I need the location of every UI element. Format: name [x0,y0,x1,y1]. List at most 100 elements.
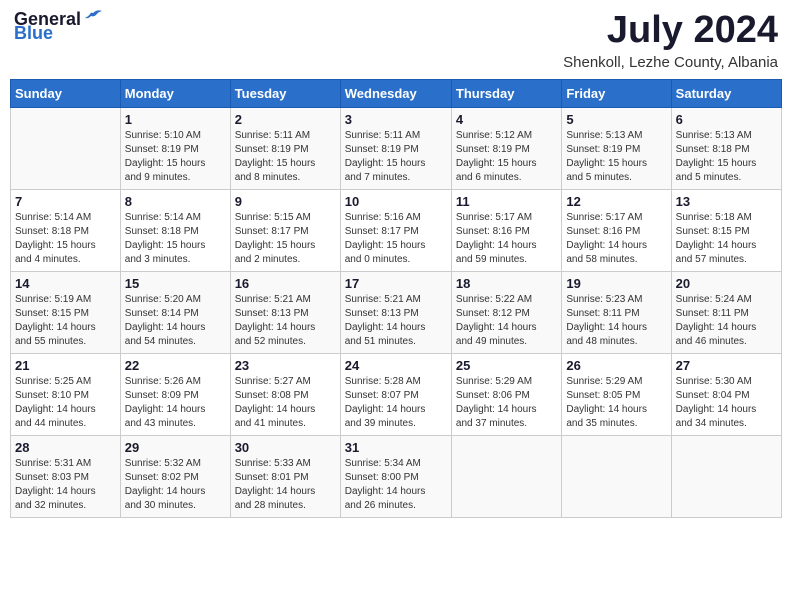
calendar-cell: 18 Sunrise: 5:22 AM Sunset: 8:12 PM Dayli… [451,271,561,353]
calendar-cell [451,435,561,517]
calendar-cell: 27Sunrise: 5:30 AM Sunset: 8:04 PM Dayli… [671,353,781,435]
calendar-cell: 11Sunrise: 5:17 AM Sunset: 8:16 PM Dayli… [451,189,561,271]
day-number: 19 [566,276,666,291]
day-detail: Sunrise: 5:34 AM Sunset: 8:00 PM Dayligh… [345,457,447,513]
day-number: 28 [15,440,116,455]
calendar-week-row: 1 Sunrise: 5:10 AM Sunset: 8:19 PM Daylig… [11,107,782,189]
calendar-cell: 29 Sunrise: 5:32 AM Sunset: 8:02 PM Dayli… [120,435,230,517]
day-detail: Sunrise: 5:31 AM Sunset: 8:03 PM Dayligh… [15,457,116,513]
calendar-cell: 25 Sunrise: 5:29 AM Sunset: 8:06 PM Dayli… [451,353,561,435]
calendar-cell: 21 Sunrise: 5:25 AM Sunset: 8:10 PM Dayli… [11,353,121,435]
day-number: 27 [676,358,777,373]
day-detail: Sunrise: 5:22 AM Sunset: 8:12 PM Dayligh… [456,293,557,349]
day-number: 14 [15,276,116,291]
day-number: 12 [566,194,666,209]
calendar-cell: 10 Sunrise: 5:16 AM Sunset: 8:17 PM Dayli… [340,189,451,271]
day-number: 30 [235,440,336,455]
calendar-cell: 16Sunrise: 5:21 AM Sunset: 8:13 PM Dayli… [230,271,340,353]
calendar-cell: 9 Sunrise: 5:15 AM Sunset: 8:17 PM Daylig… [230,189,340,271]
day-detail: Sunrise: 5:33 AM Sunset: 8:01 PM Dayligh… [235,457,336,513]
calendar-cell: 17 Sunrise: 5:21 AM Sunset: 8:13 PM Dayli… [340,271,451,353]
day-detail: Sunrise: 5:26 AM Sunset: 8:09 PM Dayligh… [125,375,226,431]
weekday-header-saturday: Saturday [671,79,781,107]
calendar-cell: 12 Sunrise: 5:17 AM Sunset: 8:16 PM Dayli… [562,189,671,271]
weekday-header-thursday: Thursday [451,79,561,107]
day-detail: Sunrise: 5:28 AM Sunset: 8:07 PM Dayligh… [345,375,447,431]
day-detail: Sunrise: 5:17 AM Sunset: 8:16 PM Dayligh… [456,211,557,267]
calendar-cell: 31 Sunrise: 5:34 AM Sunset: 8:00 PM Dayli… [340,435,451,517]
day-detail: Sunrise: 5:21 AM Sunset: 8:13 PM Dayligh… [235,293,336,349]
day-number: 20 [676,276,777,291]
calendar-cell: 7 Sunrise: 5:14 AM Sunset: 8:18 PM Daylig… [11,189,121,271]
day-detail: Sunrise: 5:14 AM Sunset: 8:18 PM Dayligh… [15,211,116,267]
day-number: 17 [345,276,447,291]
day-number: 1 [125,112,226,127]
day-detail: Sunrise: 5:29 AM Sunset: 8:05 PM Dayligh… [566,375,666,431]
day-number: 18 [456,276,557,291]
day-number: 4 [456,112,557,127]
day-number: 23 [235,358,336,373]
calendar-cell: 19 Sunrise: 5:23 AM Sunset: 8:11 PM Dayli… [562,271,671,353]
day-number: 8 [125,194,226,209]
day-detail: Sunrise: 5:21 AM Sunset: 8:13 PM Dayligh… [345,293,447,349]
day-number: 9 [235,194,336,209]
calendar-cell: 4Sunrise: 5:12 AM Sunset: 8:19 PM Daylig… [451,107,561,189]
day-number: 26 [566,358,666,373]
day-number: 6 [676,112,777,127]
day-detail: Sunrise: 5:18 AM Sunset: 8:15 PM Dayligh… [676,211,777,267]
day-detail: Sunrise: 5:16 AM Sunset: 8:17 PM Dayligh… [345,211,447,267]
calendar-cell: 22Sunrise: 5:26 AM Sunset: 8:09 PM Dayli… [120,353,230,435]
calendar-cell: 15 Sunrise: 5:20 AM Sunset: 8:14 PM Dayli… [120,271,230,353]
calendar-cell: 26 Sunrise: 5:29 AM Sunset: 8:05 PM Dayli… [562,353,671,435]
day-detail: Sunrise: 5:20 AM Sunset: 8:14 PM Dayligh… [125,293,226,349]
day-detail: Sunrise: 5:10 AM Sunset: 8:19 PM Dayligh… [125,129,226,185]
calendar-week-row: 14 Sunrise: 5:19 AM Sunset: 8:15 PM Dayli… [11,271,782,353]
day-detail: Sunrise: 5:15 AM Sunset: 8:17 PM Dayligh… [235,211,336,267]
calendar-cell: 2 Sunrise: 5:11 AM Sunset: 8:19 PM Daylig… [230,107,340,189]
logo-blue-text: Blue [14,24,103,42]
day-number: 3 [345,112,447,127]
day-detail: Sunrise: 5:23 AM Sunset: 8:11 PM Dayligh… [566,293,666,349]
calendar-cell [562,435,671,517]
day-number: 25 [456,358,557,373]
calendar-cell: 28 Sunrise: 5:31 AM Sunset: 8:03 PM Dayli… [11,435,121,517]
calendar-cell: 8Sunrise: 5:14 AM Sunset: 8:18 PM Daylig… [120,189,230,271]
calendar-cell: 1 Sunrise: 5:10 AM Sunset: 8:19 PM Daylig… [120,107,230,189]
calendar-cell: 23 Sunrise: 5:27 AM Sunset: 8:08 PM Dayli… [230,353,340,435]
day-detail: Sunrise: 5:32 AM Sunset: 8:02 PM Dayligh… [125,457,226,513]
calendar-week-row: 21 Sunrise: 5:25 AM Sunset: 8:10 PM Dayli… [11,353,782,435]
day-number: 21 [15,358,116,373]
day-detail: Sunrise: 5:11 AM Sunset: 8:19 PM Dayligh… [235,129,336,185]
day-detail: Sunrise: 5:24 AM Sunset: 8:11 PM Dayligh… [676,293,777,349]
day-number: 24 [345,358,447,373]
day-detail: Sunrise: 5:19 AM Sunset: 8:15 PM Dayligh… [15,293,116,349]
day-detail: Sunrise: 5:13 AM Sunset: 8:18 PM Dayligh… [676,129,777,185]
day-detail: Sunrise: 5:29 AM Sunset: 8:06 PM Dayligh… [456,375,557,431]
page-header: General Blue July 2024 Shenkoll, Lezhe C… [10,10,782,71]
weekday-header-monday: Monday [120,79,230,107]
day-detail: Sunrise: 5:13 AM Sunset: 8:19 PM Dayligh… [566,129,666,185]
day-detail: Sunrise: 5:25 AM Sunset: 8:10 PM Dayligh… [15,375,116,431]
day-number: 29 [125,440,226,455]
calendar-cell: 30 Sunrise: 5:33 AM Sunset: 8:01 PM Dayli… [230,435,340,517]
day-detail: Sunrise: 5:17 AM Sunset: 8:16 PM Dayligh… [566,211,666,267]
calendar-table: SundayMondayTuesdayWednesdayThursdayFrid… [10,79,782,518]
weekday-header-tuesday: Tuesday [230,79,340,107]
day-number: 15 [125,276,226,291]
calendar-week-row: 7 Sunrise: 5:14 AM Sunset: 8:18 PM Daylig… [11,189,782,271]
day-number: 10 [345,194,447,209]
calendar-cell [11,107,121,189]
calendar-cell: 20 Sunrise: 5:24 AM Sunset: 8:11 PM Dayli… [671,271,781,353]
title-section: July 2024 Shenkoll, Lezhe County, Albani… [563,10,778,71]
weekday-header-row: SundayMondayTuesdayWednesdayThursdayFrid… [11,79,782,107]
weekday-header-friday: Friday [562,79,671,107]
weekday-header-wednesday: Wednesday [340,79,451,107]
day-number: 31 [345,440,447,455]
location-subtitle: Shenkoll, Lezhe County, Albania [563,54,778,71]
day-detail: Sunrise: 5:27 AM Sunset: 8:08 PM Dayligh… [235,375,336,431]
calendar-week-row: 28 Sunrise: 5:31 AM Sunset: 8:03 PM Dayli… [11,435,782,517]
calendar-cell: 13Sunrise: 5:18 AM Sunset: 8:15 PM Dayli… [671,189,781,271]
day-number: 7 [15,194,116,209]
day-number: 2 [235,112,336,127]
weekday-header-sunday: Sunday [11,79,121,107]
